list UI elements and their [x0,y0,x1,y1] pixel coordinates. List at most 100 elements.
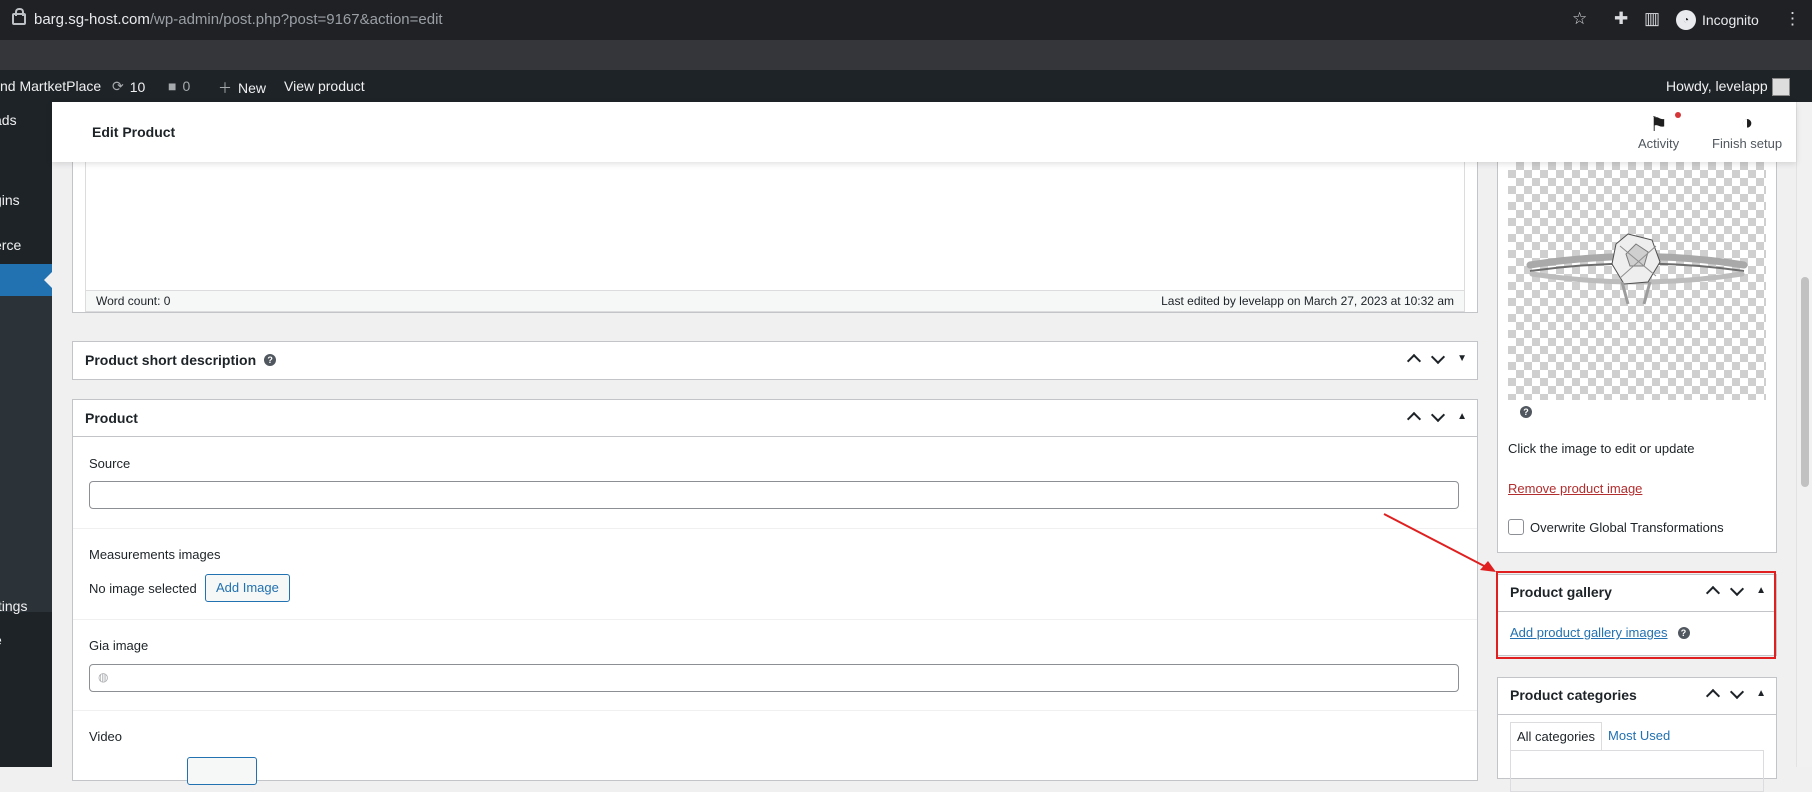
product-box-header[interactable]: Product ▲ [73,400,1477,437]
gia-image-input[interactable]: ◍ [89,664,1459,692]
move-up-icon[interactable] [1407,411,1422,427]
divider [73,710,1477,711]
incognito-indicator[interactable]: ◔ Incognito [1676,9,1759,31]
browser-chrome: barg.sg-host.com/wp-admin/post.php?post=… [0,0,1812,70]
menu-item-products-current[interactable] [0,264,52,296]
url-path: /wp-admin/post.php?post=9167&action=edit [149,11,443,28]
my-account-link[interactable]: Howdy, levelapp [1666,78,1768,94]
toggle-collapse-icon[interactable]: ▲ [1756,688,1766,699]
product-image-box: ? Click the image to edit or update Remo… [1497,162,1777,553]
box-controls: ▲ [1407,407,1467,427]
toggle-collapse-icon[interactable]: ▼ [1457,353,1467,364]
move-up-icon[interactable] [1407,353,1422,369]
category-checklist[interactable] [1510,750,1764,792]
finish-setup-button[interactable]: ◑ Finish setup [1712,112,1782,151]
tab-most-used[interactable]: Most Used [1602,722,1676,751]
overwrite-transformations-row: Overwrite Global Transformations [1508,519,1724,535]
gia-image-label: Gia image [89,638,149,653]
notification-dot [1675,112,1682,118]
updates-count: 10 [129,78,146,95]
globe-icon: ◍ [98,670,109,684]
menu-item-brands[interactable]: ads [0,112,17,128]
activity-button[interactable]: ⚑ Activity [1638,112,1682,151]
woocommerce-header: Edit Product ⚑ Activity ◑ Finish setup [52,102,1796,162]
divider [73,619,1477,620]
comments-link[interactable]: ■ 0 [168,78,190,94]
new-content-link[interactable]: ＋ New [218,78,266,98]
help-icon[interactable]: ? [264,354,277,366]
move-down-icon[interactable] [1730,684,1745,700]
site-name-link[interactable]: nd MartketPlace [0,78,101,94]
add-image-button[interactable]: Add Image [205,574,290,602]
lock-icon [12,8,26,25]
short-description-heading: Product short description ? [85,352,277,368]
product-categories-title: Product categories [1510,687,1637,703]
finish-setup-label: Finish setup [1712,136,1783,151]
address-bar[interactable]: barg.sg-host.com/wp-admin/post.php?post=… [0,0,1812,40]
extensions-icon[interactable]: ✚ [1614,9,1628,29]
word-count: Word count: 0 [96,294,171,308]
last-edited: Last edited by levelapp on March 27, 202… [1161,294,1454,308]
product-categories-box: Product categories ▲ All categories Most… [1497,677,1777,792]
remove-product-image-link[interactable]: Remove product image [1508,481,1642,496]
view-product-link[interactable]: View product [284,78,365,94]
incognito-icon: ◔ [1676,10,1696,30]
comment-icon: ■ [168,78,177,94]
short-description-title: Product short description [85,352,257,368]
menu-item-woocommerce[interactable]: erce [0,237,21,253]
menu-item-plugins[interactable]: gins [0,192,20,208]
move-down-icon[interactable] [1431,349,1446,365]
url-host: barg.sg-host.com [34,11,150,28]
measurements-label: Measurements images [89,547,221,562]
product-box-title: Product [85,410,138,426]
product-meta-box: Product ▲ Source Measurements images No … [72,399,1478,785]
flag-icon: ⚑ [1638,112,1682,136]
ring-image [1526,233,1748,305]
add-file-button[interactable] [187,757,257,785]
avatar[interactable] [1772,78,1790,96]
content-editor: Word count: 0 Last edited by levelapp on… [72,162,1478,313]
editor-status-bar: Word count: 0 Last edited by levelapp on… [85,290,1465,312]
no-image-text: No image selected [89,581,197,596]
site-name: nd MartketPlace [0,78,102,94]
plus-icon: ＋ [218,80,232,96]
kebab-menu-icon[interactable]: ⋮ [1784,9,1801,29]
wp-admin-bar: nd MartketPlace ⟳ 10 ■ 0 ＋ New View prod… [0,70,1812,102]
short-description-header[interactable]: Product short description ? ▼ [73,342,1477,378]
toggle-collapse-icon[interactable]: ▲ [1457,411,1467,422]
new-label: New [238,80,267,96]
page-title: Edit Product [92,124,176,140]
source-input[interactable] [89,481,1459,509]
editor-textarea[interactable] [85,162,1465,291]
category-tabs: All categories Most Used [1510,722,1676,751]
product-box-heading: Product [85,410,138,426]
image-help-text: Click the image to edit or update [1508,441,1695,456]
help-icon[interactable]: ? [1520,406,1532,418]
menu-item-collapse[interactable]: e [0,632,2,648]
menu-item-settings[interactable]: ttings [0,598,27,614]
admin-submenu [0,296,52,612]
move-up-icon[interactable] [1706,688,1721,704]
star-icon[interactable]: ☆ [1572,9,1587,29]
annotation-highlight-box [1496,571,1776,659]
activity-label: Activity [1638,136,1680,151]
tab-all-categories[interactable]: All categories [1510,722,1603,751]
annotation-arrow-icon [1383,513,1496,572]
overwrite-transformations-label: Overwrite Global Transformations [1530,519,1724,535]
move-down-icon[interactable] [1431,407,1446,423]
updates-link[interactable]: ⟳ 10 [112,78,145,95]
side-panel-icon[interactable]: ▥ [1644,9,1660,29]
box-controls: ▼ [1407,349,1467,369]
divider [73,528,1477,529]
incognito-label: Incognito [1702,12,1759,28]
overwrite-transformations-checkbox[interactable] [1508,519,1524,535]
source-label: Source [89,456,131,471]
url-text[interactable]: barg.sg-host.com/wp-admin/post.php?post=… [34,11,443,28]
half-circle-icon: ◑ [1741,112,1754,134]
comments-count: 0 [182,78,191,94]
product-image-preview[interactable] [1508,162,1766,400]
page-scrollbar[interactable] [1796,102,1812,767]
scrollbar-thumb[interactable] [1801,277,1809,487]
howdy-label: Howdy, levelapp [1666,78,1768,94]
short-description-box: Product short description ? ▼ [72,341,1478,380]
